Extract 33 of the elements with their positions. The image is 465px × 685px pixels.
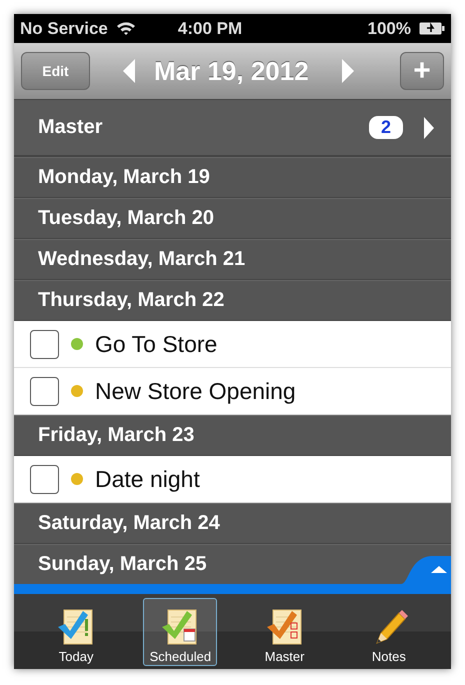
task-label: Go To Store (95, 330, 218, 358)
task-label: Date night (95, 466, 200, 492)
task-row[interactable]: Date night (14, 456, 451, 503)
carrier-text: No Service (20, 18, 108, 38)
count-badge: 2 (368, 116, 403, 139)
tab[interactable]: Today (39, 598, 114, 666)
next-arrow-icon[interactable] (340, 58, 355, 84)
task-label: New Store Opening (95, 378, 296, 404)
tab[interactable]: Scheduled (143, 598, 218, 666)
battery-icon (419, 22, 445, 35)
day-label: Thursday, March 22 (38, 289, 224, 312)
day-label: Friday, March 23 (38, 424, 194, 447)
tab[interactable]: Notes (352, 598, 426, 666)
checkbox[interactable] (30, 330, 59, 358)
tab[interactable]: Master (248, 598, 322, 666)
day-label: Tuesday, March 20 (38, 207, 214, 230)
day-label: Wednesday, March 21 (38, 248, 246, 271)
disclosure-arrow-icon (423, 116, 435, 140)
day-label: Sunday, March 25 (38, 553, 207, 576)
drawer-handle-icon[interactable] (401, 556, 451, 584)
previous-arrow-icon[interactable] (122, 58, 136, 84)
date-title: Mar 19, 2012 (154, 56, 309, 86)
task-row[interactable]: Go To Store (14, 321, 451, 368)
checkbox[interactable] (30, 376, 59, 406)
wifi-icon (116, 21, 136, 36)
master-label: Master (38, 116, 104, 139)
master-row[interactable]: Master 2 (14, 100, 451, 157)
task-row[interactable]: New Store Opening (14, 368, 451, 415)
checkbox[interactable] (30, 464, 59, 494)
battery-text: 100% (368, 18, 411, 38)
day-label: Monday, March 19 (38, 166, 210, 189)
time-text: 4:00 PM (178, 18, 244, 38)
day-label: Saturday, March 24 (38, 512, 220, 535)
